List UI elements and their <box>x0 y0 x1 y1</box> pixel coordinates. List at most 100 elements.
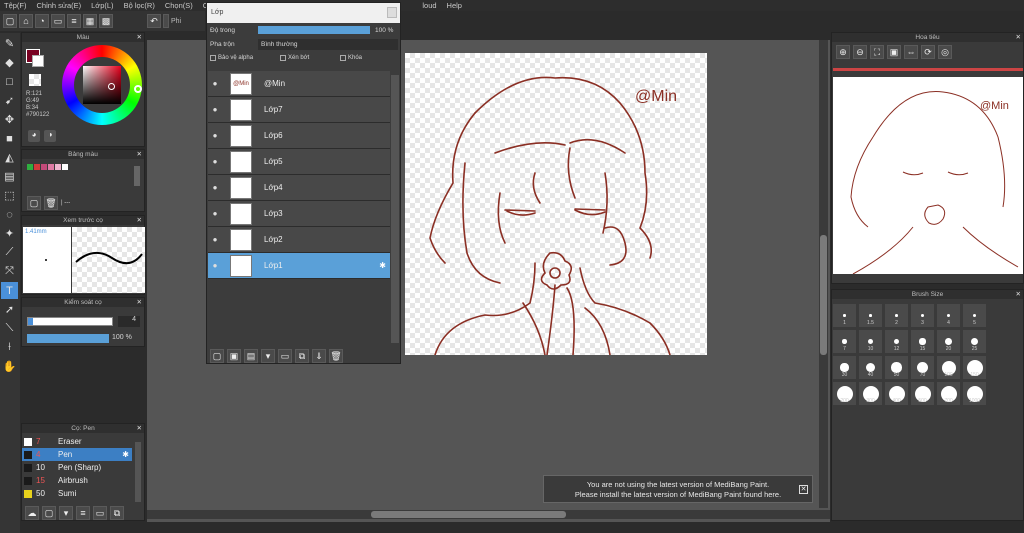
add-layer-icon[interactable]: ▢ <box>210 349 224 363</box>
palette-swatch[interactable] <box>41 164 47 170</box>
palette-scrollbar[interactable] <box>134 166 140 186</box>
layer-row[interactable]: ● Lớp4 <box>208 175 390 201</box>
brush-list-scrollbar[interactable] <box>135 442 141 502</box>
brush-size-cell[interactable]: 7 <box>832 329 857 354</box>
zoom-out-icon[interactable]: ⊖ <box>853 45 867 59</box>
fit-view-icon[interactable]: ⛶ <box>870 45 884 59</box>
transform-tool-icon[interactable]: ⤧ <box>1 263 18 280</box>
brush-size-cell[interactable]: 100 <box>936 355 961 380</box>
visibility-eye-icon[interactable]: ● <box>208 209 222 218</box>
hand-tool-icon[interactable]: ✋ <box>1 358 18 375</box>
horizontal-scroll-thumb[interactable] <box>371 511 566 518</box>
layer-row[interactable]: ● Lớp2 <box>208 227 390 253</box>
panel-close-icon[interactable]: ✕ <box>137 150 142 159</box>
brush-size-cell[interactable]: 4 <box>936 303 961 328</box>
brush-size-cell[interactable]: 150 <box>962 355 987 380</box>
gradient-tool-icon[interactable]: ▤ <box>1 168 18 185</box>
hue-ring[interactable] <box>62 45 142 125</box>
brush-size-cell[interactable]: 2 <box>884 303 909 328</box>
brush-size-slider[interactable] <box>27 317 113 326</box>
brush-folder-icon[interactable]: ▭ <box>93 506 107 520</box>
horizontal-scrollbar[interactable] <box>147 510 830 519</box>
operation-tool-icon[interactable]: ➚ <box>1 301 18 318</box>
merge-layer-icon[interactable]: ⇓ <box>312 349 326 363</box>
grid-icon[interactable]: ▦ <box>83 14 97 28</box>
menu-edit[interactable]: Chỉnh sửa(E) <box>37 1 82 10</box>
menu-cloud[interactable]: loud <box>422 1 436 10</box>
panel-close-icon[interactable]: ✕ <box>137 298 142 307</box>
brush-size-cell[interactable]: 200 <box>832 381 857 406</box>
brush-size-cell[interactable]: 25 <box>962 329 987 354</box>
magic-wand-tool-icon[interactable]: ✦ <box>1 225 18 242</box>
panel-close-icon[interactable]: ✕ <box>137 216 142 225</box>
hue-handle[interactable] <box>134 85 142 93</box>
panel-close-icon[interactable]: ✕ <box>1016 290 1021 299</box>
menu-help[interactable]: Help <box>447 1 462 10</box>
brush-list-item[interactable]: 50 Sumi <box>22 487 132 500</box>
panel-close-icon[interactable]: ✕ <box>137 33 142 42</box>
delete-palette-icon[interactable]: 🗑 <box>44 196 58 210</box>
saturation-square[interactable] <box>83 66 121 104</box>
brush-size-cell[interactable]: 50 <box>884 355 909 380</box>
eraser-tool-icon[interactable]: ◆ <box>1 54 18 71</box>
delete-layer-icon[interactable]: 🗑 <box>329 349 343 363</box>
layer-row[interactable]: ● Lớp5 <box>208 149 390 175</box>
artwork-canvas[interactable]: @Min <box>405 53 707 355</box>
toolbar-handle[interactable] <box>163 14 169 28</box>
pen-tool-icon[interactable]: ➹ <box>1 92 18 109</box>
divide-tool-icon[interactable]: ⟍ <box>1 320 18 337</box>
layer-row[interactable]: ● Lớp1 ✱ <box>208 253 390 279</box>
select-tool-icon[interactable]: ⬚ <box>1 187 18 204</box>
palette-swatch[interactable] <box>62 164 68 170</box>
rotate-icon[interactable]: ⟳ <box>921 45 935 59</box>
undo-icon[interactable]: ↶ <box>147 14 161 28</box>
secondary-color-swatch[interactable] <box>32 55 44 67</box>
brush-settings-gear-icon[interactable]: ✱ <box>122 450 129 459</box>
layer-folder-icon[interactable]: ▭ <box>278 349 292 363</box>
brush-size-cell[interactable]: 10 <box>858 329 883 354</box>
cloud-brush-icon[interactable]: ☁ <box>25 506 39 520</box>
panel-close-icon[interactable]: ✕ <box>1016 33 1021 42</box>
brush-size-cell[interactable]: 70 <box>910 355 935 380</box>
add-halftone-layer-icon[interactable]: ▣ <box>227 349 241 363</box>
layer-scrollbar[interactable] <box>391 75 399 343</box>
layer-row[interactable]: ● Lớp7 <box>208 97 390 123</box>
update-notification[interactable]: You are not using the latest version of … <box>543 475 813 503</box>
brush-size-cell[interactable]: 300 <box>858 381 883 406</box>
notification-close-icon[interactable]: ✕ <box>799 485 808 494</box>
panel-close-icon[interactable]: ✕ <box>137 424 142 433</box>
visibility-eye-icon[interactable]: ● <box>208 235 222 244</box>
brush-size-cell[interactable]: 40 <box>858 355 883 380</box>
layer-row[interactable]: ● Lớp6 <box>208 123 390 149</box>
rect-tool-icon[interactable]: □ <box>1 73 18 90</box>
brush-size-cell[interactable]: 1000 <box>962 381 987 406</box>
flip-icon[interactable]: ⇔ <box>904 45 918 59</box>
reset-rotation-icon[interactable]: ◎ <box>938 45 952 59</box>
visibility-eye-icon[interactable]: ● <box>208 131 222 140</box>
menu-filter[interactable]: Bộ lọc(R) <box>124 1 155 10</box>
brush-opacity-slider[interactable] <box>27 334 109 343</box>
copy-brush-icon[interactable]: ⧉ <box>110 506 124 520</box>
brush-size-cell[interactable]: 30 <box>832 355 857 380</box>
brush-list-item[interactable]: 7 Eraser <box>22 435 132 448</box>
actual-size-icon[interactable]: ▣ <box>887 45 901 59</box>
add-8bit-layer-icon[interactable]: ▤ <box>244 349 258 363</box>
tools-icon[interactable]: ▩ <box>99 14 113 28</box>
layer-opacity-slider[interactable] <box>258 26 370 34</box>
zoom-in-icon[interactable]: ⊕ <box>836 45 850 59</box>
add-layer-menu-icon[interactable]: ▾ <box>261 349 275 363</box>
duplicate-layer-icon[interactable]: ⧉ <box>295 349 309 363</box>
color-mode-icon[interactable]: ◑ <box>44 130 56 142</box>
visibility-eye-icon[interactable]: ● <box>208 105 222 114</box>
brush-tool-icon[interactable]: ✎ <box>1 35 18 52</box>
protect-alpha-checkbox[interactable] <box>210 55 216 61</box>
layer-row[interactable]: ● Lớp3 <box>208 201 390 227</box>
visibility-eye-icon[interactable]: ● <box>208 261 222 270</box>
lasso-tool-icon[interactable]: ◌ <box>1 206 18 223</box>
menu-select[interactable]: Chọn(S) <box>165 1 193 10</box>
brush-list-item[interactable]: 4 Pen ✱ <box>22 448 132 461</box>
add-brush-icon[interactable]: ▢ <box>42 506 56 520</box>
palette-swatch[interactable] <box>34 164 40 170</box>
layer-row[interactable]: ● @Min @Min <box>208 71 390 97</box>
layer-panel-close-icon[interactable] <box>387 7 397 18</box>
